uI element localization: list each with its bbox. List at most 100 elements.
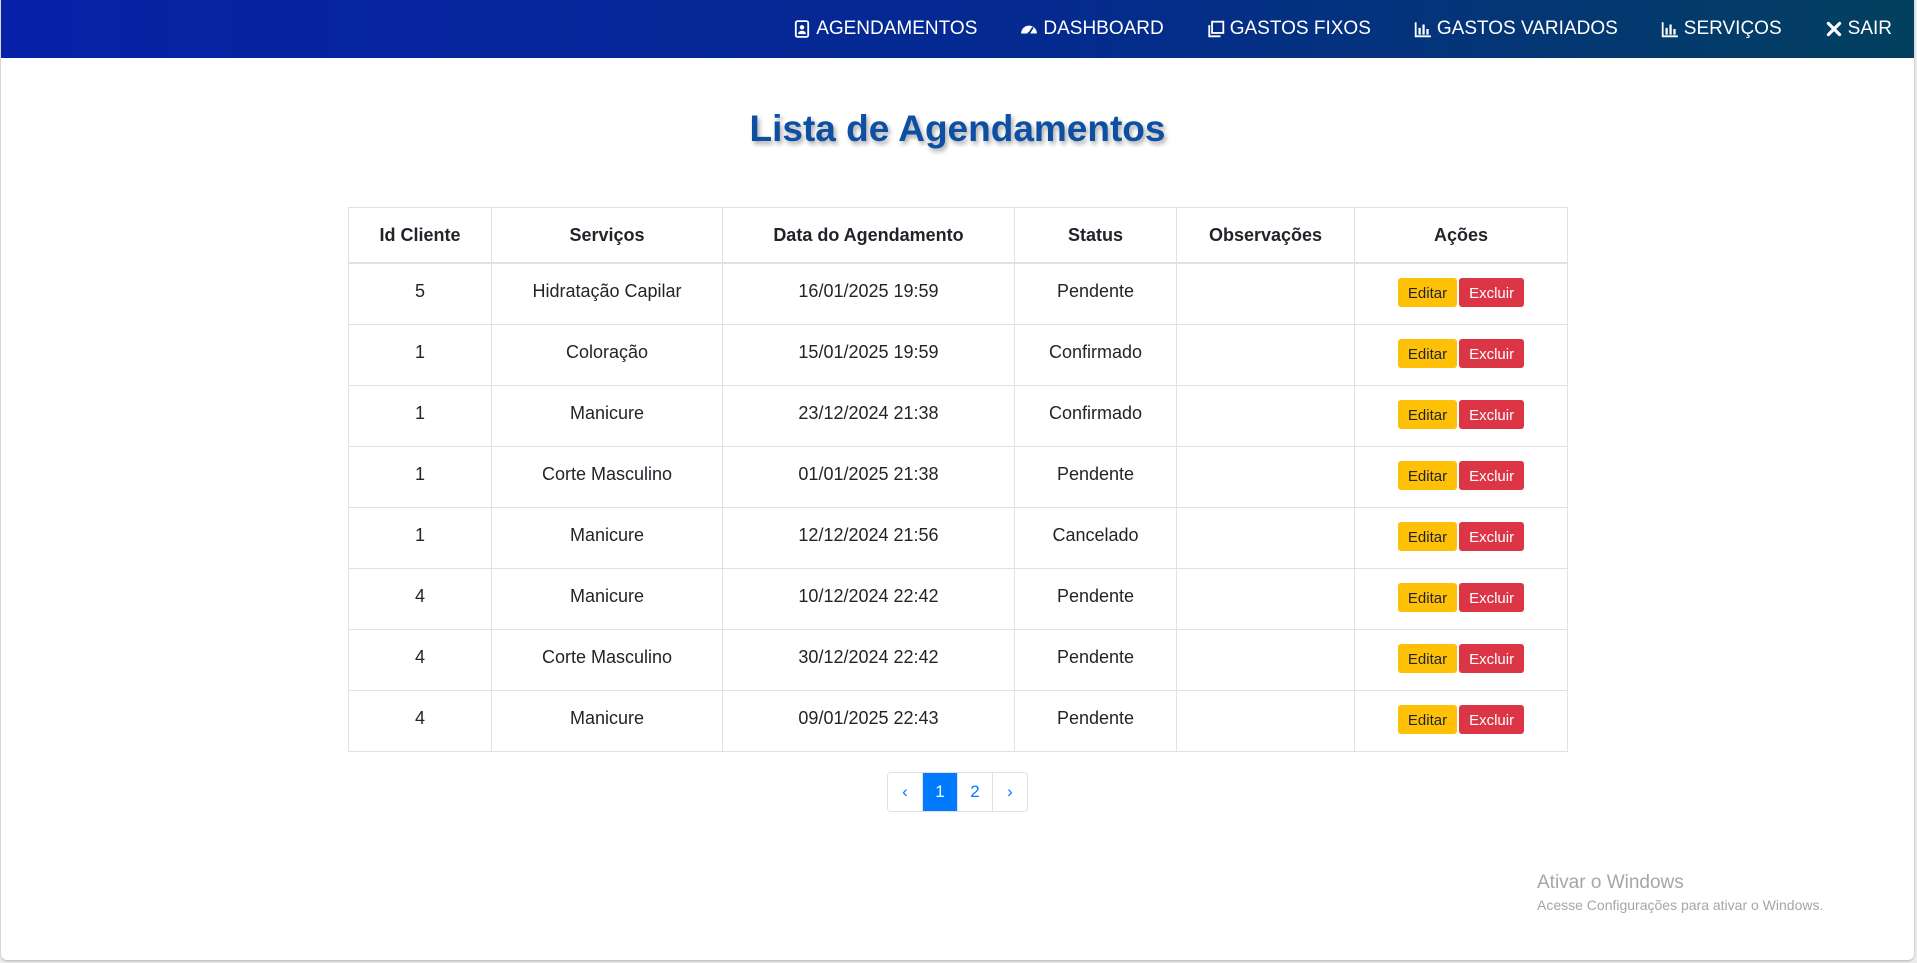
copy-icon	[1207, 20, 1225, 38]
page-title: Lista de Agendamentos	[749, 108, 1166, 149]
gauge-icon	[1020, 20, 1038, 38]
page-1-button[interactable]: 1	[923, 773, 958, 811]
edit-button[interactable]: Editar	[1397, 521, 1458, 551]
pagination: ‹ 1 2 ›	[1, 772, 1914, 812]
nav-item-agendamentos[interactable]: AGENDAMENTOS	[793, 18, 977, 40]
cell-date: 12/12/2024 21:56	[722, 506, 1015, 569]
cell-status: Pendente	[1014, 628, 1177, 691]
nav-item-dashboard[interactable]: DASHBOARD	[1020, 18, 1164, 40]
cell-actions: Editar Excluir	[1354, 323, 1568, 386]
nav-item-servicos[interactable]: SERVIÇOS	[1661, 18, 1782, 40]
column-header-id-cliente[interactable]: Id Cliente	[348, 207, 492, 264]
nav-label: SERVIÇOS	[1683, 18, 1782, 39]
previous-page-button[interactable]: ‹	[888, 773, 923, 811]
cell-notes	[1176, 628, 1355, 691]
cell-client-id: 4	[348, 567, 492, 630]
cell-status: Cancelado	[1014, 506, 1177, 569]
cell-notes	[1176, 323, 1355, 386]
column-header-acoes: Ações	[1354, 207, 1568, 264]
page-2-button[interactable]: 2	[958, 773, 993, 811]
table-row: 4 Corte Masculino 30/12/2024 22:42 Pende…	[348, 628, 1568, 691]
cell-actions: Editar Excluir	[1354, 506, 1568, 569]
edit-button[interactable]: Editar	[1397, 643, 1458, 673]
delete-button[interactable]: Excluir	[1459, 278, 1525, 307]
nav-label: GASTOS FIXOS	[1229, 18, 1371, 39]
nav-label: SAIR	[1847, 18, 1892, 39]
cell-status: Pendente	[1014, 689, 1177, 752]
bar-chart-icon	[1414, 20, 1432, 38]
watermark-subtitle: Acesse Configurações para ativar o Windo…	[1537, 897, 1824, 913]
cell-client-id: 5	[348, 262, 492, 325]
delete-button[interactable]: Excluir	[1459, 643, 1525, 673]
pagination-group: ‹ 1 2 ›	[887, 772, 1028, 812]
cell-service: Manicure	[491, 506, 723, 569]
cell-client-id: 1	[348, 384, 492, 447]
cell-client-id: 1	[348, 323, 492, 386]
table-row: 1 Coloração 15/01/2025 19:59 Confirmado …	[348, 323, 1568, 386]
delete-button[interactable]: Excluir	[1459, 704, 1525, 734]
cell-actions: Editar Excluir	[1354, 262, 1568, 325]
cell-client-id: 4	[348, 689, 492, 752]
cell-service: Coloração	[491, 323, 723, 386]
nav-label: DASHBOARD	[1043, 18, 1164, 39]
edit-button[interactable]: Editar	[1397, 338, 1458, 368]
cell-date: 16/01/2025 19:59	[722, 262, 1015, 325]
cell-status: Pendente	[1014, 262, 1177, 325]
cell-date: 30/12/2024 22:42	[722, 628, 1015, 691]
cell-date: 01/01/2025 21:38	[722, 445, 1015, 508]
cell-notes	[1176, 445, 1355, 508]
cell-service: Hidratação Capilar	[491, 262, 723, 325]
cell-service: Manicure	[491, 689, 723, 752]
table-row: 4 Manicure 09/01/2025 22:43 Pendente Edi…	[348, 689, 1568, 752]
top-navbar: AGENDAMENTOS DASHBOARD GASTOS FIXOS GAST…	[1, 0, 1914, 58]
address-card-icon	[793, 20, 811, 38]
table-row: 1 Manicure 23/12/2024 21:38 Confirmado E…	[348, 384, 1568, 447]
cell-service: Corte Masculino	[491, 445, 723, 508]
cell-client-id: 1	[348, 445, 492, 508]
nav-item-sair[interactable]: SAIR	[1825, 18, 1892, 40]
cell-notes	[1176, 689, 1355, 752]
close-icon	[1825, 20, 1843, 38]
column-header-status[interactable]: Status	[1014, 207, 1177, 264]
delete-button[interactable]: Excluir	[1459, 521, 1525, 551]
delete-button[interactable]: Excluir	[1459, 582, 1525, 612]
cell-actions: Editar Excluir	[1354, 384, 1568, 447]
cell-service: Corte Masculino	[491, 628, 723, 691]
appointments-table: Id Cliente Serviços Data do Agendamento …	[348, 207, 1568, 752]
table-row: 4 Manicure 10/12/2024 22:42 Pendente Edi…	[348, 567, 1568, 630]
edit-button[interactable]: Editar	[1397, 582, 1458, 612]
cell-actions: Editar Excluir	[1354, 628, 1568, 691]
cell-date: 23/12/2024 21:38	[722, 384, 1015, 447]
cell-status: Pendente	[1014, 567, 1177, 630]
bar-chart-icon	[1661, 20, 1679, 38]
nav-label: GASTOS VARIADOS	[1436, 18, 1618, 39]
column-header-observacoes[interactable]: Observações	[1176, 207, 1355, 264]
next-page-button[interactable]: ›	[993, 773, 1027, 811]
cell-notes	[1176, 384, 1355, 447]
column-header-servicos[interactable]: Serviços	[491, 207, 723, 264]
edit-button[interactable]: Editar	[1397, 704, 1458, 734]
edit-button[interactable]: Editar	[1397, 460, 1458, 490]
delete-button[interactable]: Excluir	[1459, 399, 1525, 429]
nav-item-gastos-variados[interactable]: GASTOS VARIADOS	[1414, 18, 1618, 40]
table-row: 1 Manicure 12/12/2024 21:56 Cancelado Ed…	[348, 506, 1568, 569]
cell-service: Manicure	[491, 384, 723, 447]
delete-button[interactable]: Excluir	[1459, 460, 1525, 490]
cell-status: Pendente	[1014, 445, 1177, 508]
table-row: 1 Corte Masculino 01/01/2025 21:38 Pende…	[348, 445, 1568, 508]
delete-button[interactable]: Excluir	[1459, 338, 1525, 368]
cell-date: 10/12/2024 22:42	[722, 567, 1015, 630]
edit-button[interactable]: Editar	[1397, 399, 1458, 429]
edit-button[interactable]: Editar	[1397, 278, 1458, 307]
nav-item-gastos-fixos[interactable]: GASTOS FIXOS	[1207, 18, 1371, 40]
cell-service: Manicure	[491, 567, 723, 630]
cell-client-id: 1	[348, 506, 492, 569]
table-header-row: Id Cliente Serviços Data do Agendamento …	[348, 207, 1568, 264]
cell-notes	[1176, 506, 1355, 569]
cell-actions: Editar Excluir	[1354, 567, 1568, 630]
nav-label: AGENDAMENTOS	[816, 18, 978, 39]
cell-notes	[1176, 262, 1355, 325]
watermark-title: Ativar o Windows	[1537, 872, 1684, 893]
column-header-data[interactable]: Data do Agendamento	[722, 207, 1015, 264]
appointments-table-container: Id Cliente Serviços Data do Agendamento …	[348, 207, 1568, 752]
